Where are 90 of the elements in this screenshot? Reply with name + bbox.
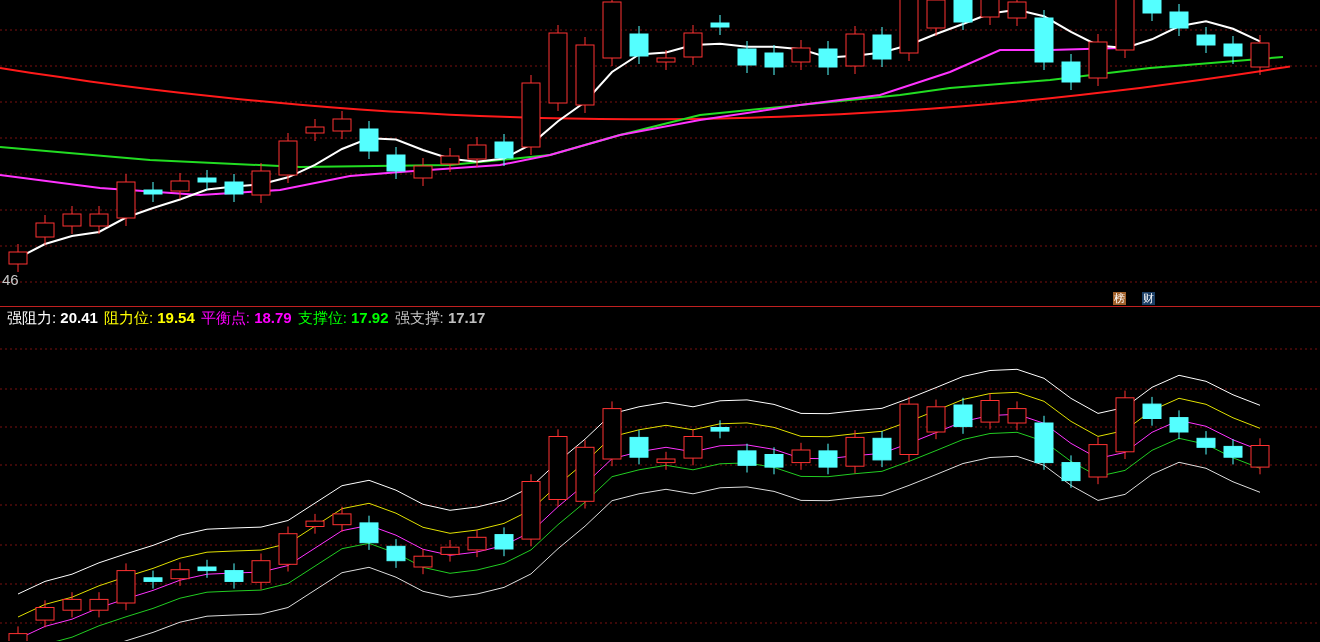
candlestick: [251, 162, 271, 204]
candlestick: [305, 118, 325, 142]
candlestick: [116, 562, 136, 611]
candlestick: [602, 400, 622, 467]
candlestick: [305, 513, 325, 535]
legend-item: 平衡点: 18.79: [200, 308, 292, 328]
candlestick: [1034, 415, 1054, 471]
candlestick: [791, 442, 811, 471]
candlestick: [89, 205, 109, 235]
candlestick: [359, 120, 379, 160]
candlestick: [413, 548, 433, 575]
candlestick: [1007, 400, 1027, 431]
candlestick: [872, 430, 892, 468]
candlestick: [170, 562, 190, 587]
candlestick: [62, 205, 82, 235]
candlestick: [737, 443, 757, 473]
candlestick: [35, 599, 55, 628]
candlestick: [467, 529, 487, 558]
candlestick: [656, 49, 676, 71]
candlestick: [818, 443, 838, 475]
candlestick: [332, 506, 352, 533]
candlestick: [1115, 390, 1135, 460]
candlestick: [494, 526, 514, 557]
candlestick: [791, 39, 811, 71]
candlestick: [1061, 454, 1081, 489]
candlestick: [170, 172, 190, 200]
candlestick: [440, 539, 460, 563]
candlestick: [818, 40, 838, 76]
candlestick: [656, 451, 676, 471]
candlestick: [764, 446, 784, 475]
candlestick: [278, 132, 298, 184]
candlestick: [629, 429, 649, 465]
candlestick: [1034, 9, 1054, 71]
candlestick: [953, 397, 973, 435]
candlestick: [467, 136, 487, 168]
candlestick: [1061, 53, 1081, 91]
candlestick: [359, 515, 379, 551]
candlestick: [116, 173, 136, 227]
candlestick: [1169, 3, 1189, 37]
candlestick: [8, 243, 28, 273]
candlestick: [980, 392, 1000, 430]
candlestick: [224, 562, 244, 590]
candlestick: [926, 399, 946, 440]
candlestick: [143, 570, 163, 590]
candlestick: [386, 538, 406, 569]
candlestick: [386, 146, 406, 180]
price-axis-label: 46: [2, 270, 19, 290]
candlestick: [1196, 430, 1216, 455]
candlestick: [440, 147, 460, 173]
legend-item: 阻力位: 19.54: [103, 308, 195, 328]
candlestick: [332, 110, 352, 140]
candlestick: [278, 526, 298, 572]
badge[interactable]: 榜: [1113, 292, 1126, 305]
candlestick: [494, 133, 514, 167]
legend-item: 支撑位: 17.92: [297, 308, 389, 328]
candlestick: [143, 181, 163, 203]
candlestick: [764, 44, 784, 76]
candlestick: [872, 26, 892, 68]
candlestick: [1250, 437, 1270, 475]
candlestick: [35, 214, 55, 246]
candlestick: [845, 429, 865, 474]
candlestick: [1223, 35, 1243, 65]
candlestick: [1250, 34, 1270, 76]
badge[interactable]: 财: [1142, 292, 1155, 305]
candlestick: [224, 173, 244, 203]
candlestick: [683, 24, 703, 66]
candlestick: [197, 559, 217, 579]
candlestick: [629, 25, 649, 65]
candlestick: [1142, 396, 1162, 427]
candlestick: [899, 396, 919, 463]
legend-item: 强阻力: 20.41: [7, 308, 98, 328]
candlestick: [575, 439, 595, 509]
candlestick: [1088, 436, 1108, 485]
candlestick: [845, 25, 865, 75]
candlestick: [710, 419, 730, 439]
candlestick: [953, 0, 973, 31]
candlestick: [197, 169, 217, 191]
candlestick: [89, 591, 109, 618]
candlestick: [62, 591, 82, 618]
candlestick: [1223, 438, 1243, 465]
candlestick: [1088, 33, 1108, 87]
candlestick: [1142, 0, 1162, 22]
candlestick: [1196, 26, 1216, 54]
candlestick: [710, 14, 730, 36]
candlestick: [1169, 409, 1189, 440]
candlestick: [683, 428, 703, 466]
legend-item: 强支撑: 17.17: [394, 308, 486, 328]
candlestick: [413, 157, 433, 187]
candlestick: [251, 553, 271, 590]
candlestick: [737, 40, 757, 74]
